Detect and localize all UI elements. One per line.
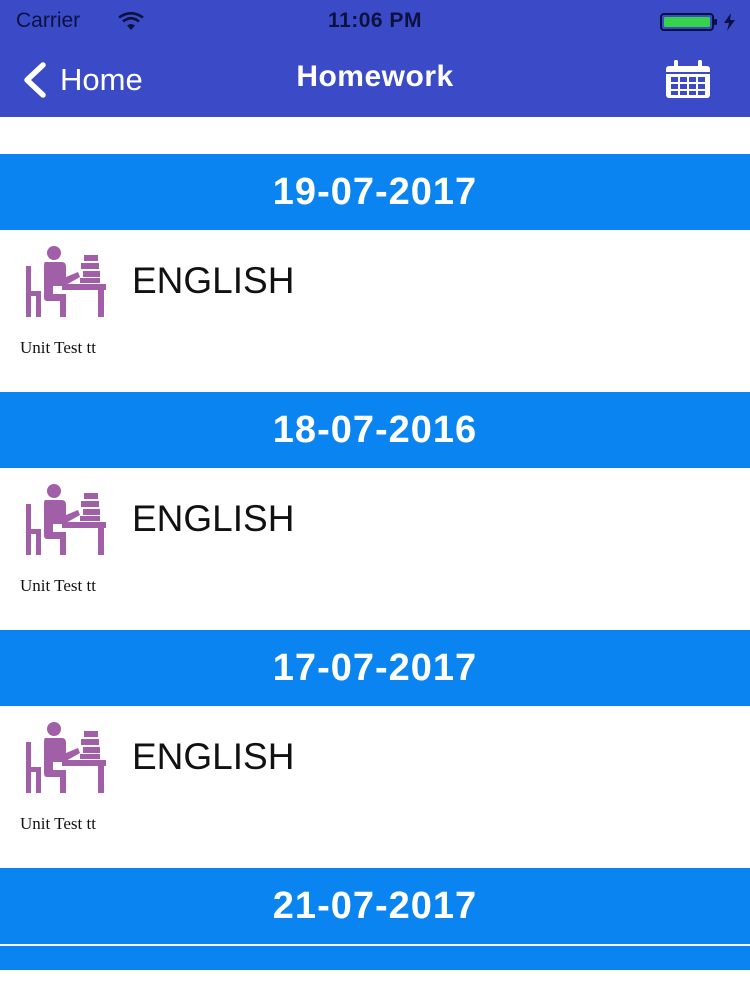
student-studying-icon	[26, 722, 106, 793]
calendar-icon[interactable]	[664, 60, 712, 100]
app-header: Carrier 11:06 PM Home Homework	[0, 0, 750, 117]
subject-label: ENGLISH	[132, 260, 295, 301]
student-studying-icon	[26, 484, 106, 555]
homework-description: Unit Test tt	[20, 338, 96, 357]
homework-item[interactable]: ENGLISH Unit Test tt	[0, 230, 750, 392]
subject-label: ENGLISH	[132, 498, 295, 539]
status-bar: Carrier 11:06 PM	[0, 0, 750, 44]
subject-label: ENGLISH	[132, 736, 295, 777]
date-header: 17-07-2017	[0, 630, 750, 706]
navigation-bar: Home Homework	[0, 44, 750, 117]
date-header: 18-07-2016	[0, 392, 750, 468]
page-title: Homework	[296, 60, 454, 93]
homework-item[interactable]: ENGLISH Unit Test tt	[0, 468, 750, 630]
date-header: 21-07-2017	[0, 868, 750, 944]
battery-icon	[660, 13, 735, 31]
homework-description: Unit Test tt	[20, 814, 96, 833]
student-studying-icon	[26, 246, 106, 317]
homework-description: Unit Test tt	[20, 576, 96, 595]
date-header: 19-07-2017	[0, 154, 750, 230]
next-date-header-partial	[0, 946, 750, 970]
status-time: 11:06 PM	[328, 9, 422, 32]
homework-item[interactable]: ENGLISH Unit Test tt	[0, 706, 750, 868]
